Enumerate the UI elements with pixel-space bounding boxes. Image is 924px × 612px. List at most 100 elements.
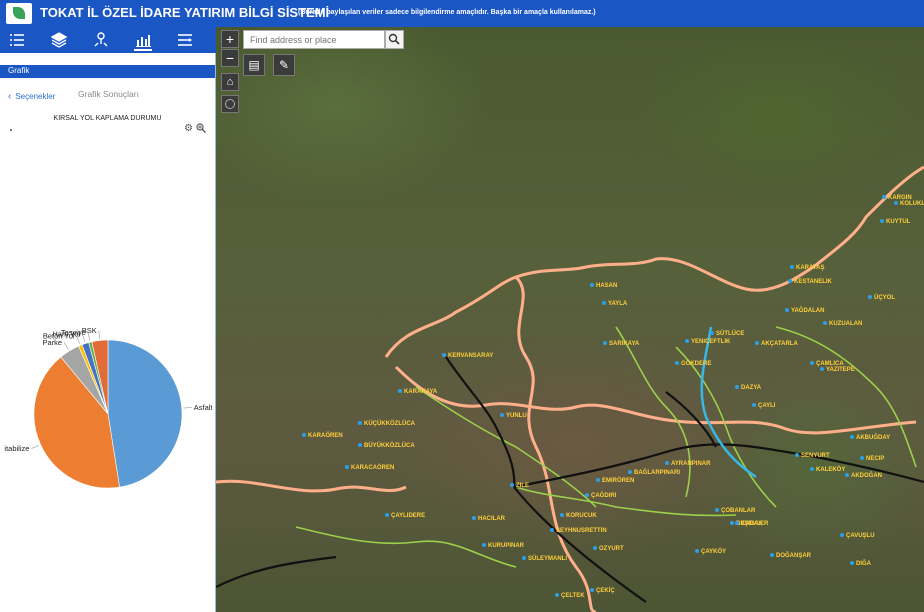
village-marker[interactable] [823,321,827,325]
village-label: NECIP [866,456,884,462]
pie-leader-line [98,330,100,339]
gear-icon[interactable]: ⚙ [184,123,193,134]
village-label: YAYLA [608,301,628,307]
village-marker[interactable] [628,470,632,474]
village-marker[interactable] [675,361,679,365]
menu-icon[interactable] [176,31,194,49]
draw-button[interactable]: ✎ [273,54,295,76]
village-marker[interactable] [882,195,886,199]
village-label: HASAN [596,283,617,289]
chart-icon[interactable] [134,31,152,51]
village-marker[interactable] [735,521,739,525]
print-button[interactable]: ▤ [243,54,265,76]
village-marker[interactable] [665,461,669,465]
village-marker[interactable] [845,473,849,477]
village-marker[interactable] [358,421,362,425]
pencil-icon: ✎ [278,58,290,72]
chart-title: KIRSAL YOL KAPLAMA DURUMU [53,115,162,122]
village-marker[interactable] [785,308,789,312]
village-label: EMIRÖREN [602,477,634,484]
village-marker[interactable] [788,279,792,283]
village-marker[interactable] [810,361,814,365]
village-marker[interactable] [790,265,794,269]
village-marker[interactable] [522,556,526,560]
village-marker[interactable] [880,219,884,223]
village-label: ÇEKİÇ [596,587,615,594]
village-marker[interactable] [590,588,594,592]
village-marker[interactable] [850,561,854,565]
village-marker[interactable] [602,301,606,305]
village-label: DIĞA [856,559,872,567]
village-label: KARATAŞ [796,265,824,271]
village-marker[interactable] [752,403,756,407]
app-logo [6,3,32,24]
chart-panel: Grafik ‹ Seçenekler Grafik Sonuçları KIRS… [0,53,216,612]
village-label: SEYHNUSRETTIN [556,528,607,534]
pie-slice[interactable] [107,339,183,488]
village-marker[interactable] [482,543,486,547]
home-icon: ⌂ [226,76,234,88]
list-icon[interactable] [8,31,26,49]
village-label: KURUPINAR [488,543,525,549]
village-marker[interactable] [840,533,844,537]
village-label: YENIÇEFTLIK [691,339,731,345]
village-marker[interactable] [472,516,476,520]
village-marker[interactable] [593,546,597,550]
village-label: ÇAĞDIRI [591,491,617,499]
village-marker[interactable] [770,553,774,557]
village-marker[interactable] [345,465,349,469]
layers-icon[interactable] [50,31,68,49]
zoom-icon[interactable] [196,123,206,136]
address-search-input[interactable] [243,30,385,49]
village-label: SENYURT [801,453,830,459]
village-marker[interactable] [810,467,814,471]
village-marker[interactable] [860,456,864,460]
village-marker[interactable] [715,508,719,512]
search-icon [388,33,400,45]
village-marker[interactable] [585,493,589,497]
back-to-options-link[interactable]: ‹ Seçenekler [8,91,55,102]
measure-icon[interactable] [92,31,110,49]
village-marker[interactable] [302,433,306,437]
zoom-out-button[interactable]: − [221,49,239,67]
locate-button[interactable] [221,95,239,113]
village-marker[interactable] [730,521,734,525]
pie-label: BSK [82,326,97,335]
leaf-icon [13,7,25,19]
village-marker[interactable] [590,283,594,287]
village-marker[interactable] [550,528,554,532]
zoom-in-button[interactable]: + [221,30,239,48]
village-label: ÇAVUŞLU [846,533,875,539]
village-marker[interactable] [500,413,504,417]
village-marker[interactable] [710,331,714,335]
village-marker[interactable] [894,201,898,205]
village-marker[interactable] [850,435,854,439]
village-marker[interactable] [510,483,514,487]
home-button[interactable]: ⌂ [221,73,239,91]
village-label: ÇOBANLAR [721,508,756,514]
search-button[interactable] [385,30,404,49]
village-marker[interactable] [358,443,362,447]
village-marker[interactable] [695,549,699,553]
village-marker[interactable] [868,295,872,299]
village-label: ÇAYKÖY [701,548,726,555]
tab-grafik[interactable]: Grafik [0,65,46,77]
village-marker[interactable] [735,385,739,389]
village-marker[interactable] [385,513,389,517]
river [700,326,757,479]
map-view[interactable]: SÜTLÜCE AKÇATARLA KUZUALAN ÇAMLICA YAZITEPE Ü… [216,27,924,612]
village-marker[interactable] [555,593,559,597]
village-marker[interactable] [442,353,446,357]
village-label: KARAÖREN [308,432,343,439]
village-marker[interactable] [820,367,824,371]
bullet-dot [10,129,12,131]
village-marker[interactable] [398,389,402,393]
village-marker[interactable] [596,478,600,482]
village-marker[interactable] [603,341,607,345]
village-marker[interactable] [795,453,799,457]
village-marker[interactable] [685,339,689,343]
village-label: KESTANELIK [794,279,833,285]
village-marker[interactable] [560,513,564,517]
village-marker[interactable] [755,341,759,345]
village-label: KOLUKLU [900,201,924,207]
